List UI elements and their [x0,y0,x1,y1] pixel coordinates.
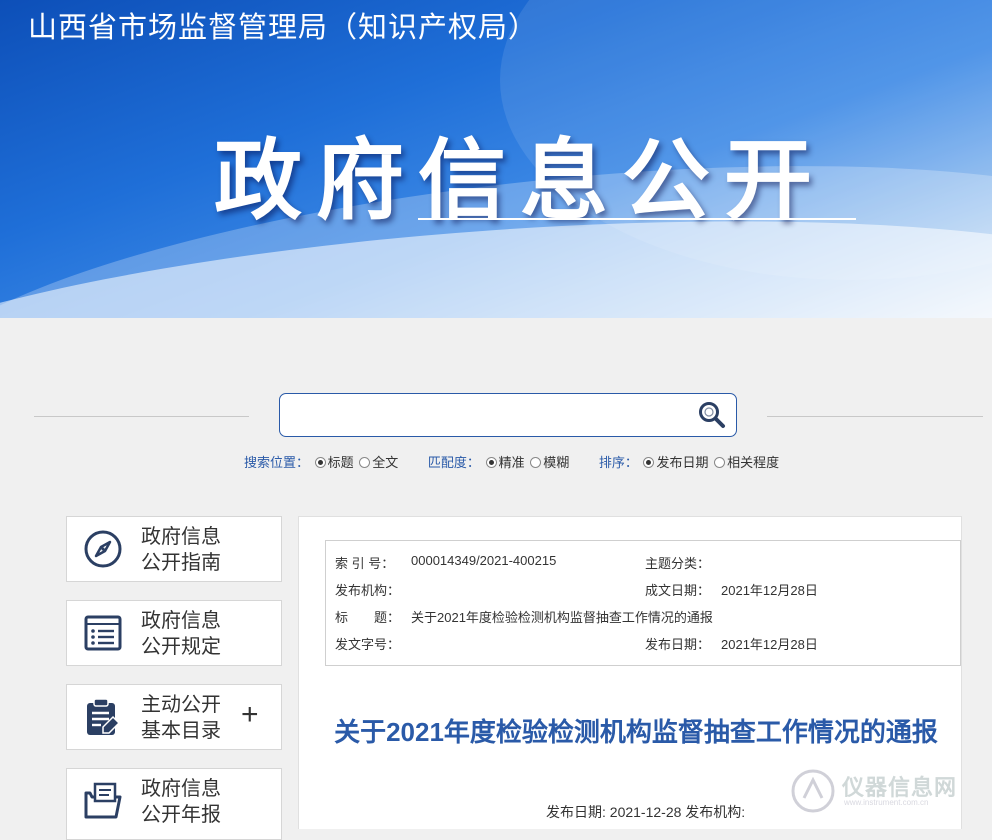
document-date-line: 发布日期: 2021-12-28 发布机构: [546,804,746,820]
sidebar-item-catalog[interactable]: 主动公开 基本目录 + [66,684,282,750]
watermark: 仪器信息网 www.instrument.com.cn [790,768,980,814]
search-options: 搜索位置： 标题 全文 匹配度： 精准 模糊 排序： 发布日期 相关程度 [244,452,805,471]
meta-created-label: 成文日期： [645,583,711,598]
option-exact[interactable]: 精准 [499,455,525,470]
search-icon[interactable] [697,400,727,430]
radio-title[interactable] [314,457,326,468]
match-label: 匹配度： [427,455,480,470]
meta-topic-label: 主题分类： [645,556,711,571]
header-banner: 山西省市场监督管理局（知识产权局） 政府信息公开 [0,0,992,318]
option-sort-relevance[interactable]: 相关程度 [727,455,779,470]
meta-docno-label: 发文字号： [335,637,401,652]
watermark-url: www.instrument.com.cn [844,798,929,807]
sidebar-item-guide[interactable]: 政府信息 公开指南 [66,516,282,582]
document-title: 关于2021年度检验检测机构监督抽查工作情况的通报 [334,717,938,747]
meta-created-value: 2021年12月28日 [721,583,818,598]
search-input[interactable] [279,393,737,437]
watermark-logo-icon [791,769,835,813]
option-fuzzy[interactable]: 模糊 [543,455,569,470]
sidebar-item-label: 主动公开 基本目录 [141,694,221,742]
folder-document-icon [84,782,122,819]
divider-right [767,416,983,417]
compass-icon [84,530,122,568]
sort-label: 排序： [598,455,638,470]
sidebar-item-rules[interactable]: 政府信息 公开规定 [66,600,282,666]
site-title[interactable]: 山西省市场监督管理局（知识产权局） [28,4,538,46]
divider-left [34,416,249,417]
radio-sort-relevance[interactable] [714,457,726,468]
meta-issuer-label: 发布机构： [335,583,401,598]
meta-title-value: 关于2021年度检验检测机构监督抽查工作情况的通报 [411,610,713,625]
meta-index-value: 000014349/2021-400215 [411,553,557,568]
search-position-label: 搜索位置： [244,455,310,470]
sidebar-item-label: 政府信息 公开年报 [141,778,221,826]
expand-icon[interactable]: + [241,697,259,733]
option-sort-date[interactable]: 发布日期 [656,455,708,470]
clipboard-edit-icon [87,698,121,735]
list-document-icon [84,615,122,651]
radio-fulltext[interactable] [359,457,371,468]
sidebar-item-annual-report[interactable]: 政府信息 公开年报 [66,768,282,840]
meta-title-label: 标 题： [335,610,401,625]
radio-sort-date[interactable] [643,457,655,468]
meta-index-label: 索 引 号： [335,556,395,571]
banner-underline [418,218,856,220]
option-fulltext[interactable]: 全文 [372,455,398,470]
option-title[interactable]: 标题 [328,455,354,470]
sidebar-item-label: 政府信息 公开指南 [141,526,221,574]
sidebar-item-label: 政府信息 公开规定 [141,610,221,658]
radio-exact[interactable] [485,457,497,468]
meta-pubdate-label: 发布日期： [645,637,711,652]
meta-pubdate-value: 2021年12月28日 [721,637,818,652]
radio-fuzzy[interactable] [530,457,542,468]
